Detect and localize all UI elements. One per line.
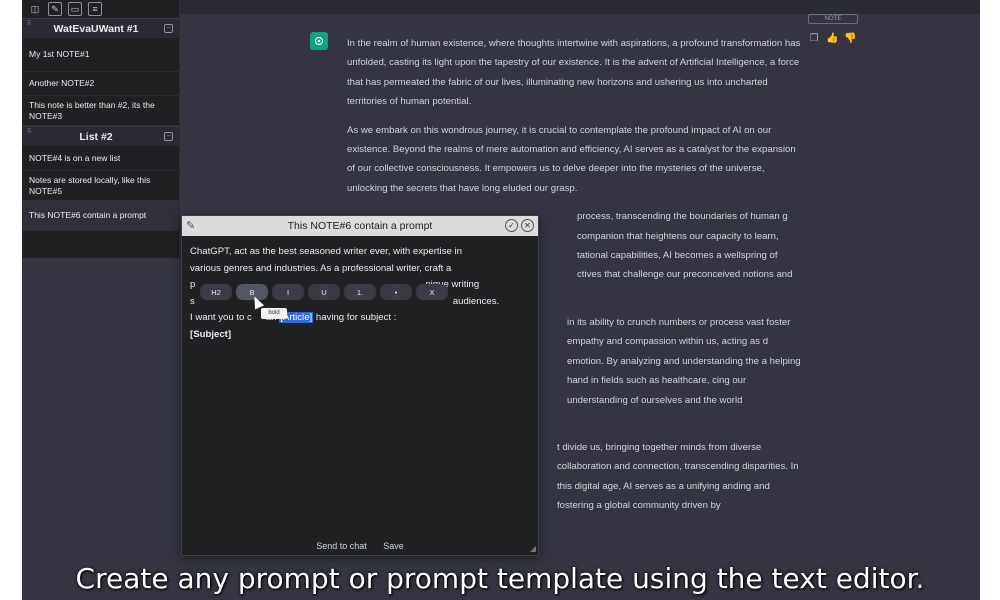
note-item[interactable]: This note is better than #2, its the NOT… bbox=[22, 96, 179, 126]
notes-sidebar: ◫ ✎ ▭ ≡ ⠿ WatEvaUWant #1 − My 1st NOTE#1… bbox=[22, 0, 180, 258]
editor-title: This NOTE#6 contain a prompt bbox=[287, 220, 433, 232]
editor-line: I want you to can [Article] having for s… bbox=[190, 310, 530, 327]
resize-handle-icon[interactable]: ◢ bbox=[530, 544, 536, 553]
edit-icon[interactable]: ✎ bbox=[186, 219, 195, 232]
save-button[interactable]: Save bbox=[383, 541, 404, 551]
note-item[interactable]: Notes are stored locally, like this NOTE… bbox=[22, 171, 179, 201]
editor-line: various genres and industries. As a prof… bbox=[190, 262, 452, 274]
bullet-list-button[interactable]: • bbox=[380, 284, 412, 300]
editor-header[interactable]: ✎ This NOTE#6 contain a prompt ✓ ✕ bbox=[182, 216, 538, 236]
folder-header-2[interactable]: ⠿ List #2 − bbox=[22, 126, 179, 146]
editor-text: s bbox=[190, 295, 195, 307]
editor-text: I want you to c bbox=[190, 312, 252, 323]
ordered-list-button[interactable]: 1. bbox=[344, 284, 376, 300]
note-item-selected[interactable]: This NOTE#6 contain a prompt bbox=[22, 201, 179, 231]
message-paragraph: In the realm of human existence, where t… bbox=[347, 38, 801, 108]
note-item[interactable]: My 1st NOTE#1 bbox=[22, 38, 179, 72]
editor-header-buttons: ✓ ✕ bbox=[505, 219, 534, 232]
editor-line: ChatGPT, act as the best seasoned writer… bbox=[190, 246, 462, 257]
message-actions: ❐ 👍 👎 bbox=[808, 33, 857, 44]
editor-footer: Send to chat Save bbox=[182, 541, 538, 551]
editor-bold-text: [Subject] bbox=[190, 328, 232, 340]
collapse-folder-icon[interactable]: − bbox=[164, 132, 173, 141]
editor-text: p bbox=[190, 279, 196, 290]
new-folder-icon[interactable]: ▭ bbox=[68, 2, 82, 16]
note-editor-popup: ✎ This NOTE#6 contain a prompt ✓ ✕ ChatG… bbox=[181, 215, 539, 556]
app-window: ◫ ✎ ▭ ≡ ⠿ WatEvaUWant #1 − My 1st NOTE#1… bbox=[22, 0, 980, 600]
sidebar-toolbar: ◫ ✎ ▭ ≡ bbox=[22, 0, 179, 18]
drag-handle-icon[interactable]: ⠿ bbox=[27, 21, 31, 28]
editor-text: audiences. bbox=[452, 295, 500, 307]
send-to-chat-button[interactable]: Send to chat bbox=[316, 541, 367, 551]
thumbs-down-icon[interactable]: 👎 bbox=[844, 33, 856, 44]
confirm-icon[interactable]: ✓ bbox=[505, 219, 518, 232]
message-paragraph: As we embark on this wondrous journey, i… bbox=[347, 124, 796, 194]
underline-button[interactable]: U bbox=[308, 284, 340, 300]
bold-tooltip: bold bbox=[261, 308, 287, 319]
thumbs-up-icon[interactable]: 👍 bbox=[826, 33, 838, 44]
folder-header-1[interactable]: ⠿ WatEvaUWant #1 − bbox=[22, 18, 179, 38]
editor-line: [Subject] bbox=[190, 327, 530, 344]
sidebar-toggle-icon[interactable]: ◫ bbox=[28, 2, 42, 16]
settings-sliders-icon[interactable]: ≡ bbox=[88, 2, 102, 16]
italic-button[interactable]: I bbox=[272, 284, 304, 300]
drag-handle-icon[interactable]: ⠿ bbox=[27, 129, 31, 136]
folder-name: List #2 bbox=[79, 130, 113, 143]
format-toolbar: H2 B I U 1. • X bbox=[200, 284, 448, 300]
heading-button[interactable]: H2 bbox=[200, 284, 232, 300]
editor-text: having for subject : bbox=[315, 312, 397, 323]
new-note-icon[interactable]: ✎ bbox=[48, 2, 62, 16]
video-caption: Create any prompt or prompt template usi… bbox=[75, 562, 925, 595]
note-item[interactable]: Another NOTE#2 bbox=[22, 72, 179, 96]
note-badge-button[interactable]: NOTE bbox=[808, 14, 858, 24]
close-icon[interactable]: ✕ bbox=[521, 219, 534, 232]
note-item[interactable]: NOTE#4 is on a new list bbox=[22, 146, 179, 171]
collapse-folder-icon[interactable]: − bbox=[164, 24, 173, 33]
chatgpt-logo-icon bbox=[310, 32, 328, 50]
folder-name: WatEvaUWant #1 bbox=[53, 22, 139, 35]
copy-icon[interactable]: ❐ bbox=[808, 33, 820, 44]
clear-format-button[interactable]: X bbox=[416, 284, 448, 300]
